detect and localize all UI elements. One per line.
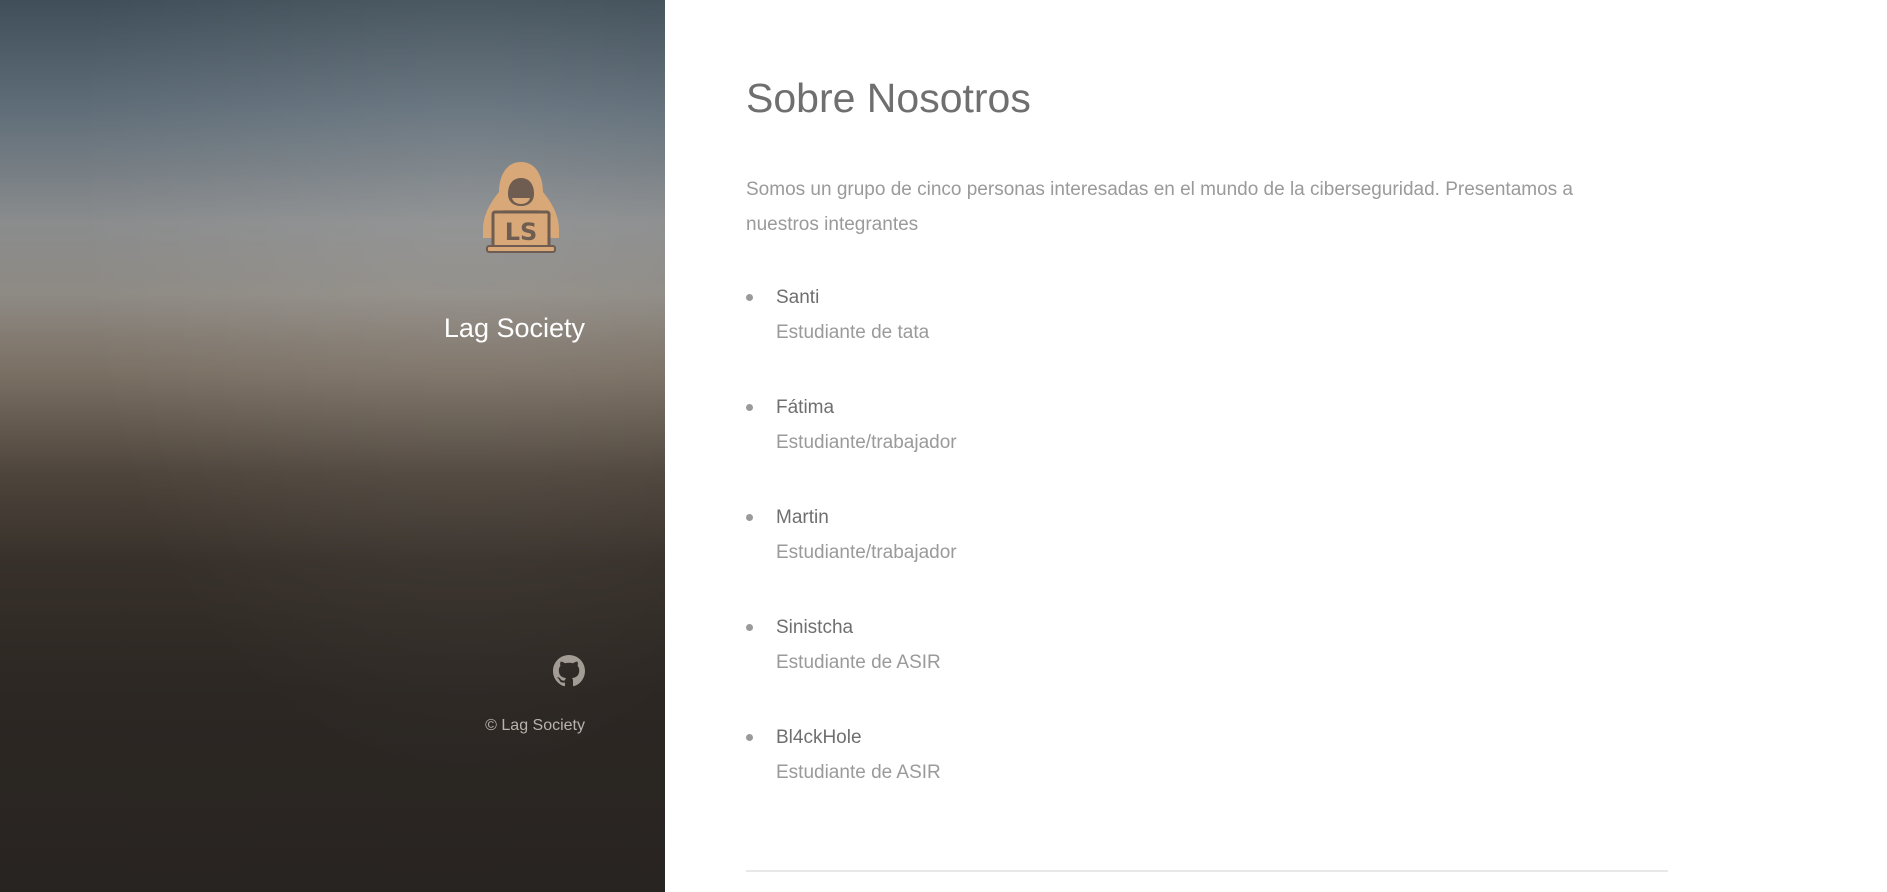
members-list: Santi Estudiante de tata Fátima Estudian… [746,280,957,830]
site-title[interactable]: Lag Society [444,313,585,344]
member-name: Santi [776,287,820,308]
list-item: Fátima Estudiante/trabajador [746,390,957,500]
main-content: Sobre Nosotros Somos un grupo de cinco p… [746,0,1668,892]
github-link[interactable] [553,655,585,687]
list-item: Santi Estudiante de tata [746,280,957,390]
member-role: Estudiante de ASIR [776,652,941,673]
member-role: Estudiante/trabajador [776,542,957,563]
list-item: Martin Estudiante/trabajador [746,500,957,610]
intro-text: Somos un grupo de cinco personas interes… [746,179,1574,235]
github-icon [553,655,585,687]
sidebar-content: LS Lag Society © Lag Society [285,0,585,892]
member-name: Fátima [776,397,835,418]
member-name: Sinistcha [776,617,854,638]
logo-link[interactable]: LS [475,158,567,258]
member-name: Bl4ckHole [776,727,862,748]
hooded-hacker-icon: LS [483,162,559,253]
divider [746,870,1668,872]
list-item: Sinistcha Estudiante de ASIR [746,610,957,720]
sidebar: LS Lag Society © Lag Society [0,0,665,892]
copyright: © Lag Society [485,717,585,734]
page-title: Sobre Nosotros [746,75,1031,121]
member-role: Estudiante de ASIR [776,762,941,783]
list-item: Bl4ckHole Estudiante de ASIR [746,720,957,830]
member-role: Estudiante de tata [776,322,930,343]
member-role: Estudiante/trabajador [776,432,957,453]
member-name: Martin [776,507,829,528]
svg-text:LS: LS [505,218,538,246]
